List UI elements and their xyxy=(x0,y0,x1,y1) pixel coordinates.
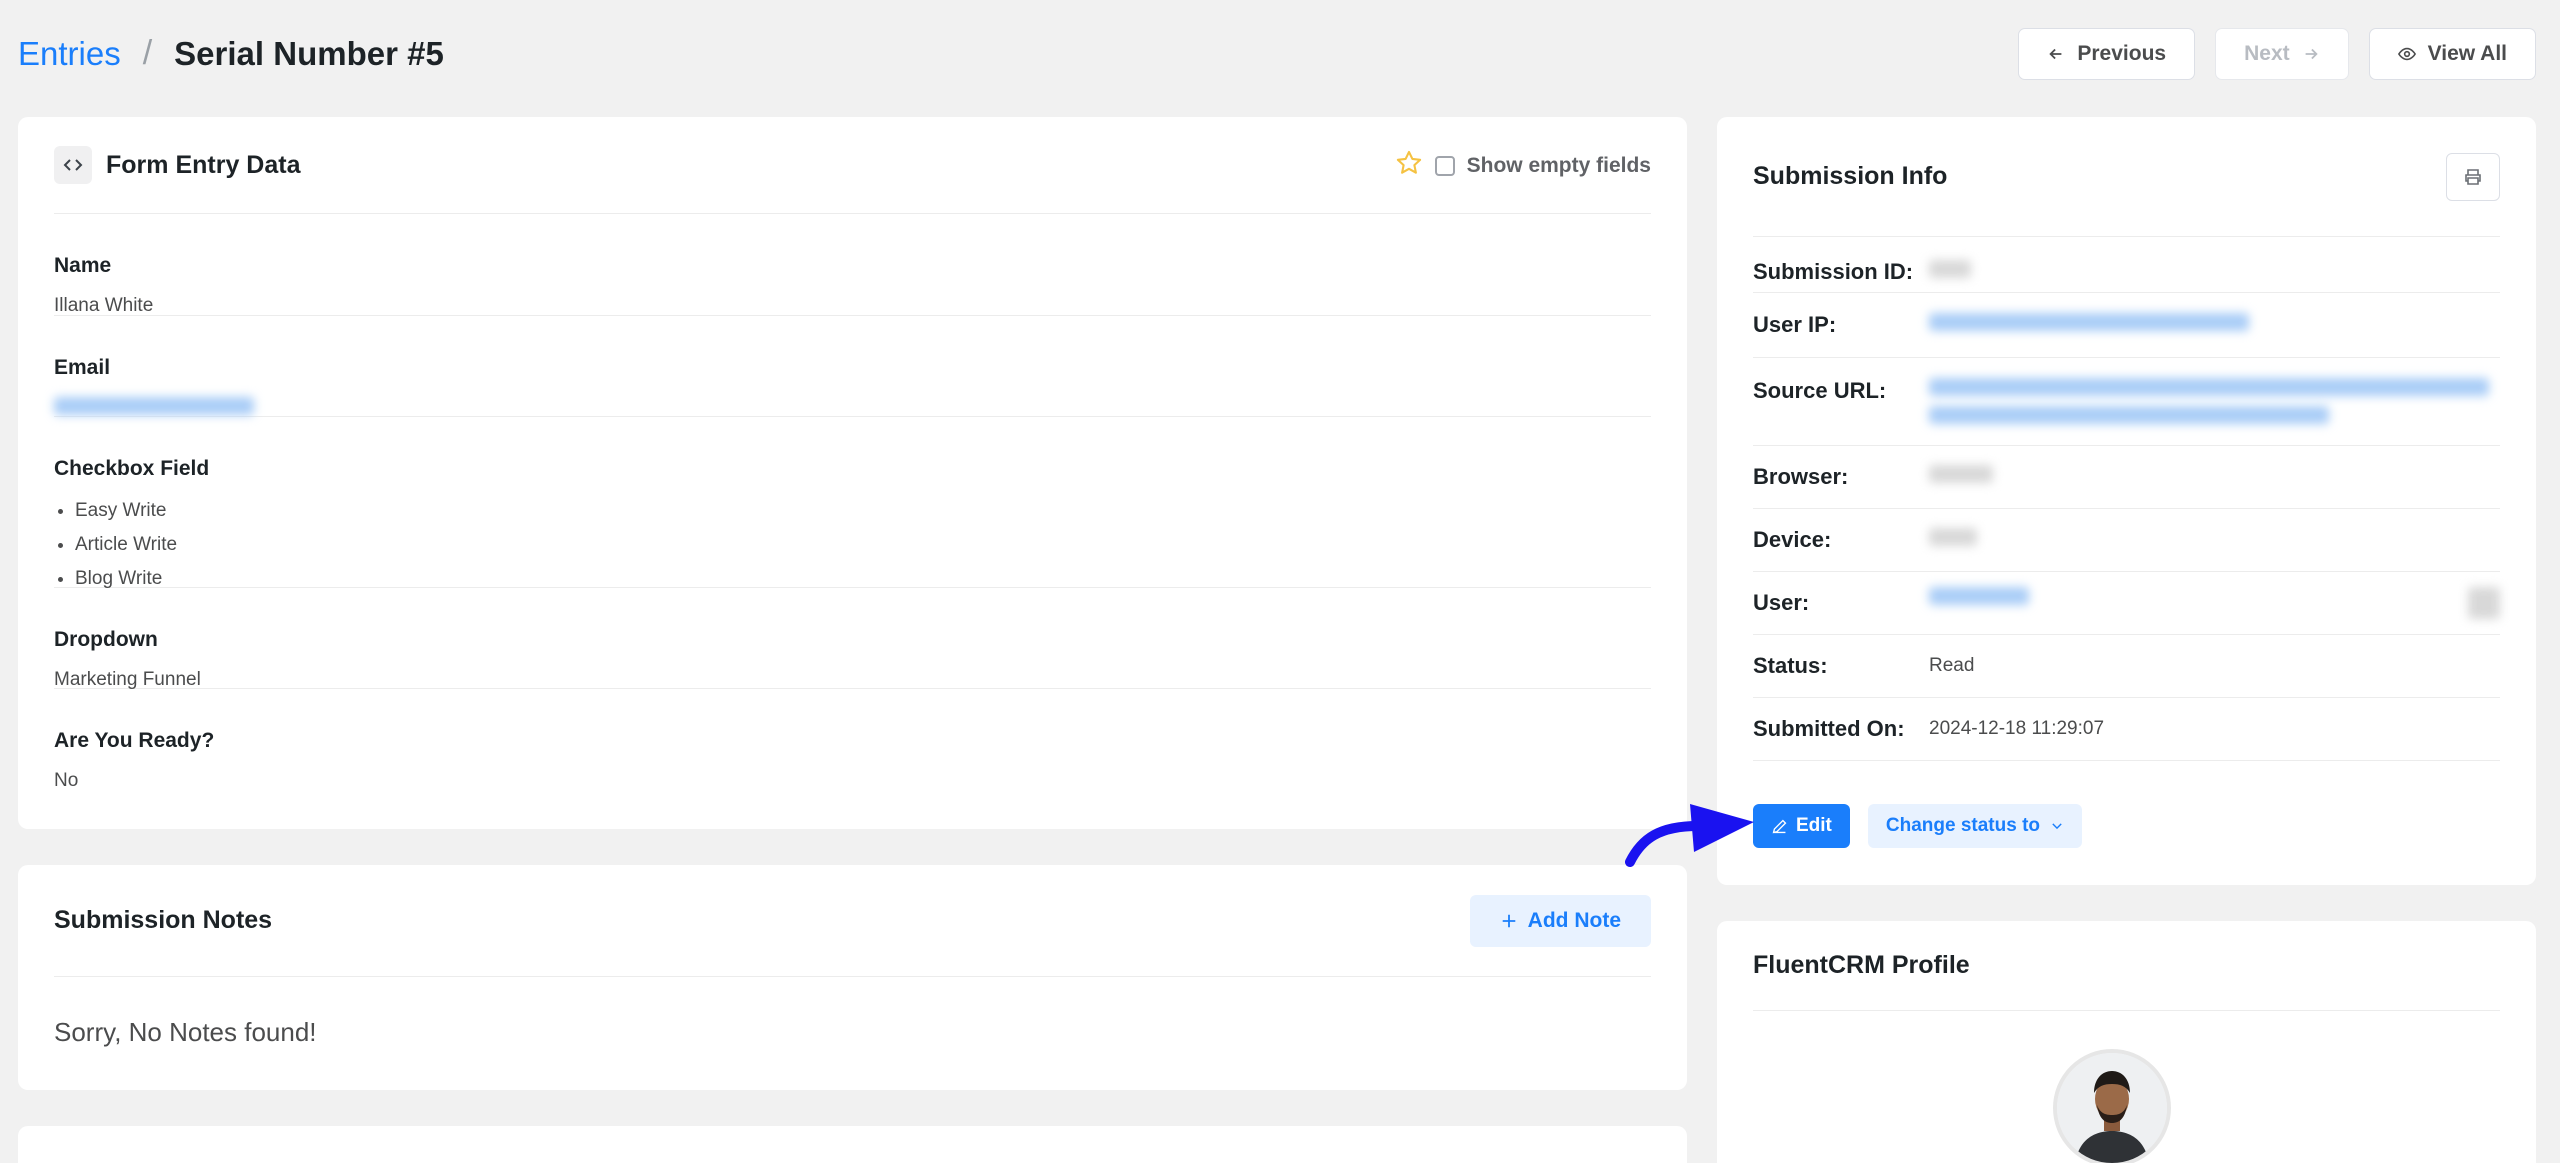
breadcrumb-separator: / xyxy=(142,34,153,72)
plus-icon xyxy=(1502,914,1515,927)
info-row-id: Submission ID: xyxy=(1753,237,2500,293)
field-label: Dropdown xyxy=(54,628,158,651)
star-icon[interactable] xyxy=(1395,149,1423,183)
info-row-user: User: xyxy=(1753,572,2500,635)
info-label: User IP: xyxy=(1753,312,1837,337)
field-checkbox: Checkbox Field Easy Write Article Write … xyxy=(54,417,1651,589)
info-value-redacted xyxy=(1929,587,2500,619)
field-value: No xyxy=(54,770,79,791)
list-item: Easy Write xyxy=(75,494,1651,528)
change-status-label: Change status to xyxy=(1885,815,2041,836)
add-note-button[interactable]: Add Note xyxy=(1469,894,1651,947)
submission-info-header: Submission Info xyxy=(1753,117,2500,237)
info-value-redacted xyxy=(1929,259,2500,284)
page-header: Entries / Serial Number #5 Previous Next… xyxy=(18,28,2536,84)
chevron-down-icon xyxy=(2052,823,2062,830)
pencil-icon xyxy=(1772,819,1787,833)
change-status-dropdown[interactable]: Change status to xyxy=(1867,804,2083,848)
submission-info-card: Submission Info Submission ID: User IP: … xyxy=(1717,117,2536,885)
entry-fields: Name Illana White Email Checkbox Field E… xyxy=(54,214,1651,791)
print-button[interactable] xyxy=(2446,152,2500,201)
info-value: 2024-12-18 11:29:07 xyxy=(1929,718,2105,739)
field-label: Are You Ready? xyxy=(54,729,215,752)
submission-notes-card: Submission Notes Add Note Sorry, No Note… xyxy=(18,865,1687,1090)
breadcrumb-entries-link[interactable]: Entries xyxy=(18,35,121,73)
field-value: Marketing Funnel xyxy=(54,669,201,690)
field-label: Name xyxy=(54,254,112,277)
info-label: Submission ID: xyxy=(1753,258,1914,284)
code-icon[interactable] xyxy=(54,146,92,184)
field-value: Illana White xyxy=(54,295,154,316)
notes-title: Submission Notes xyxy=(54,906,273,934)
next-label: Next xyxy=(2244,42,2290,65)
entry-tools: Show empty fields xyxy=(1395,117,1651,214)
crm-header: FluentCRM Profile xyxy=(1753,921,2500,1011)
show-empty-label[interactable]: Show empty fields xyxy=(1467,154,1651,178)
info-value-redacted xyxy=(1929,313,2500,337)
breadcrumb: Entries / Serial Number #5 xyxy=(18,34,444,73)
page-title: Serial Number #5 xyxy=(174,34,444,72)
info-row-source-url: Source URL: xyxy=(1753,358,2500,446)
info-row-browser: Browser: xyxy=(1753,446,2500,509)
info-label: Status: xyxy=(1753,653,1828,678)
view-all-label: View All xyxy=(2427,42,2507,65)
next-button[interactable]: Next xyxy=(2215,28,2349,80)
show-empty-checkbox[interactable] xyxy=(1434,155,1455,176)
form-entry-card: Form Entry Data Show empty fields Name I… xyxy=(18,117,1687,829)
previous-button[interactable]: Previous xyxy=(2018,28,2196,80)
submission-info-rows: Submission ID: User IP: Source URL: Brow… xyxy=(1753,237,2500,761)
arrow-right-icon xyxy=(2305,48,2318,60)
form-entry-title: Form Entry Data xyxy=(106,150,301,179)
field-label: Email xyxy=(54,356,111,379)
additional-card xyxy=(18,1126,1687,1163)
submission-info-title: Submission Info xyxy=(1753,162,1948,190)
form-entry-header: Form Entry Data Show empty fields xyxy=(54,117,1651,214)
crm-title: FluentCRM Profile xyxy=(1753,951,1970,979)
field-label: Checkbox Field xyxy=(54,457,210,480)
print-icon xyxy=(2465,168,2481,185)
submission-actions: Edit Change status to xyxy=(1753,804,2083,848)
info-label: User: xyxy=(1753,590,1810,615)
arrow-left-icon xyxy=(2049,48,2062,60)
add-note-label: Add Note xyxy=(1527,908,1621,932)
info-row-submitted-on: Submitted On: 2024-12-18 11:29:07 xyxy=(1753,698,2500,761)
field-ready: Are You Ready? No xyxy=(54,689,1651,791)
fluentcrm-profile-card: FluentCRM Profile xyxy=(1717,921,2536,1163)
field-name: Name Illana White xyxy=(54,214,1651,316)
info-label: Device: xyxy=(1753,527,1832,552)
avatar[interactable] xyxy=(2053,1049,2171,1163)
eye-icon xyxy=(2397,47,2416,61)
info-row-device: Device: xyxy=(1753,509,2500,572)
info-row-ip: User IP: xyxy=(1753,293,2500,358)
info-value: Read xyxy=(1929,655,1975,676)
previous-label: Previous xyxy=(2077,42,2167,65)
info-label: Browser: xyxy=(1753,464,1849,489)
edit-label: Edit xyxy=(1796,815,1832,836)
field-email: Email xyxy=(54,316,1651,417)
annotation-arrow-icon xyxy=(1625,804,1754,867)
list-item: Article Write xyxy=(75,528,1651,562)
notes-header: Submission Notes Add Note xyxy=(54,865,1651,977)
notes-empty-message: Sorry, No Notes found! xyxy=(54,1017,317,1047)
info-value-redacted xyxy=(1929,528,2500,552)
info-label: Submitted On: xyxy=(1753,716,1905,741)
info-value-redacted xyxy=(1929,465,2500,489)
info-value-redacted xyxy=(1929,378,2500,424)
field-dropdown: Dropdown Marketing Funnel xyxy=(54,588,1651,690)
checkbox-values: Easy Write Article Write Blog Write xyxy=(54,494,1651,596)
entry-navigation: Previous Next View All xyxy=(2018,28,2536,80)
info-label: Source URL: xyxy=(1753,378,1887,403)
info-row-status: Status: Read xyxy=(1753,635,2500,698)
view-all-button[interactable]: View All xyxy=(2368,28,2536,80)
